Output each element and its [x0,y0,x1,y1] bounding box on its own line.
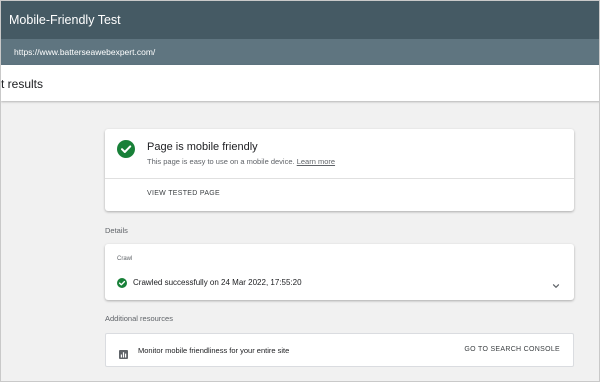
tested-url-bar[interactable]: https://www.batterseawebexpert.com/ [1,39,599,65]
crawl-label: Crawl [117,256,133,262]
result-subtitle: This page is easy to use on a mobile dev… [147,157,335,166]
check-circle-icon [117,278,127,288]
results-heading: st results [1,77,44,91]
crawl-status-text: Crawled successfully on 24 Mar 2022, 17:… [133,278,302,287]
go-to-search-console-button[interactable]: GO TO SEARCH CONSOLE [464,346,560,353]
details-label: Details [105,226,128,235]
result-card: Page is mobile friendly This page is eas… [105,129,574,211]
crawl-card[interactable]: Crawl Crawled successfully on 24 Mar 202… [105,244,574,300]
app-window: Mobile-Friendly Test https://www.batters… [0,0,600,382]
chevron-down-icon[interactable] [551,278,561,288]
additional-resources-label: Additional resources [105,314,173,323]
monitor-text: Monitor mobile friendliness for your ent… [138,346,290,355]
app-title-bar: Mobile-Friendly Test [1,1,599,39]
result-title: Page is mobile friendly [147,141,258,153]
tested-url: https://www.batterseawebexpert.com/ [14,47,156,57]
learn-more-link[interactable]: Learn more [297,157,335,166]
result-subtitle-text: This page is easy to use on a mobile dev… [147,157,295,166]
results-header: st results [1,65,599,101]
app-title: Mobile-Friendly Test [9,13,121,27]
view-tested-page-button[interactable]: VIEW TESTED PAGE [147,190,220,197]
check-circle-icon [117,140,135,158]
bar-chart-icon [119,346,128,359]
monitor-card: Monitor mobile friendliness for your ent… [105,333,574,367]
card-divider [105,178,574,179]
